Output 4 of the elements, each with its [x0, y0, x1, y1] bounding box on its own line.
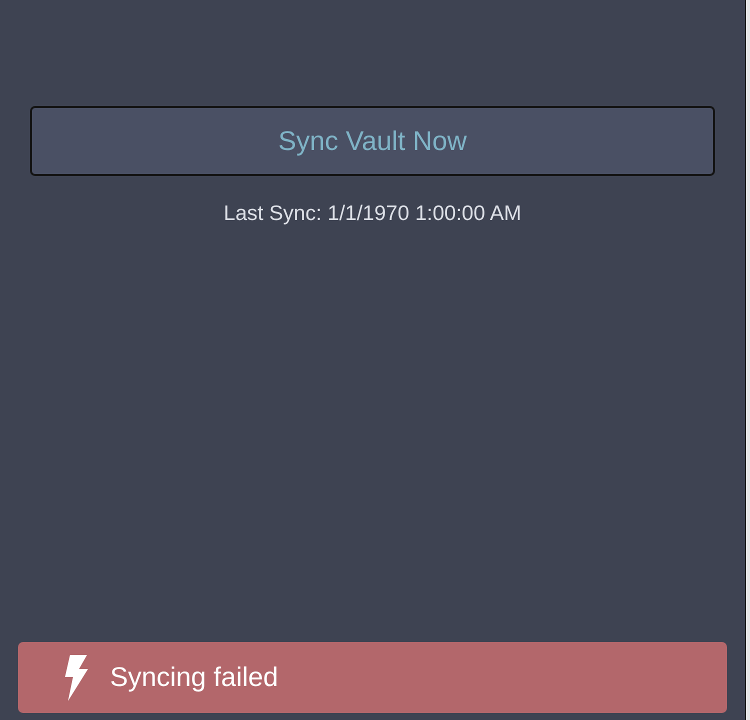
sync-vault-button[interactable]: Sync Vault Now — [30, 106, 715, 176]
toast-message: Syncing failed — [110, 662, 278, 693]
last-sync-text: Last Sync: 1/1/1970 1:00:00 AM — [224, 201, 522, 227]
lightning-bolt-icon — [63, 654, 89, 700]
